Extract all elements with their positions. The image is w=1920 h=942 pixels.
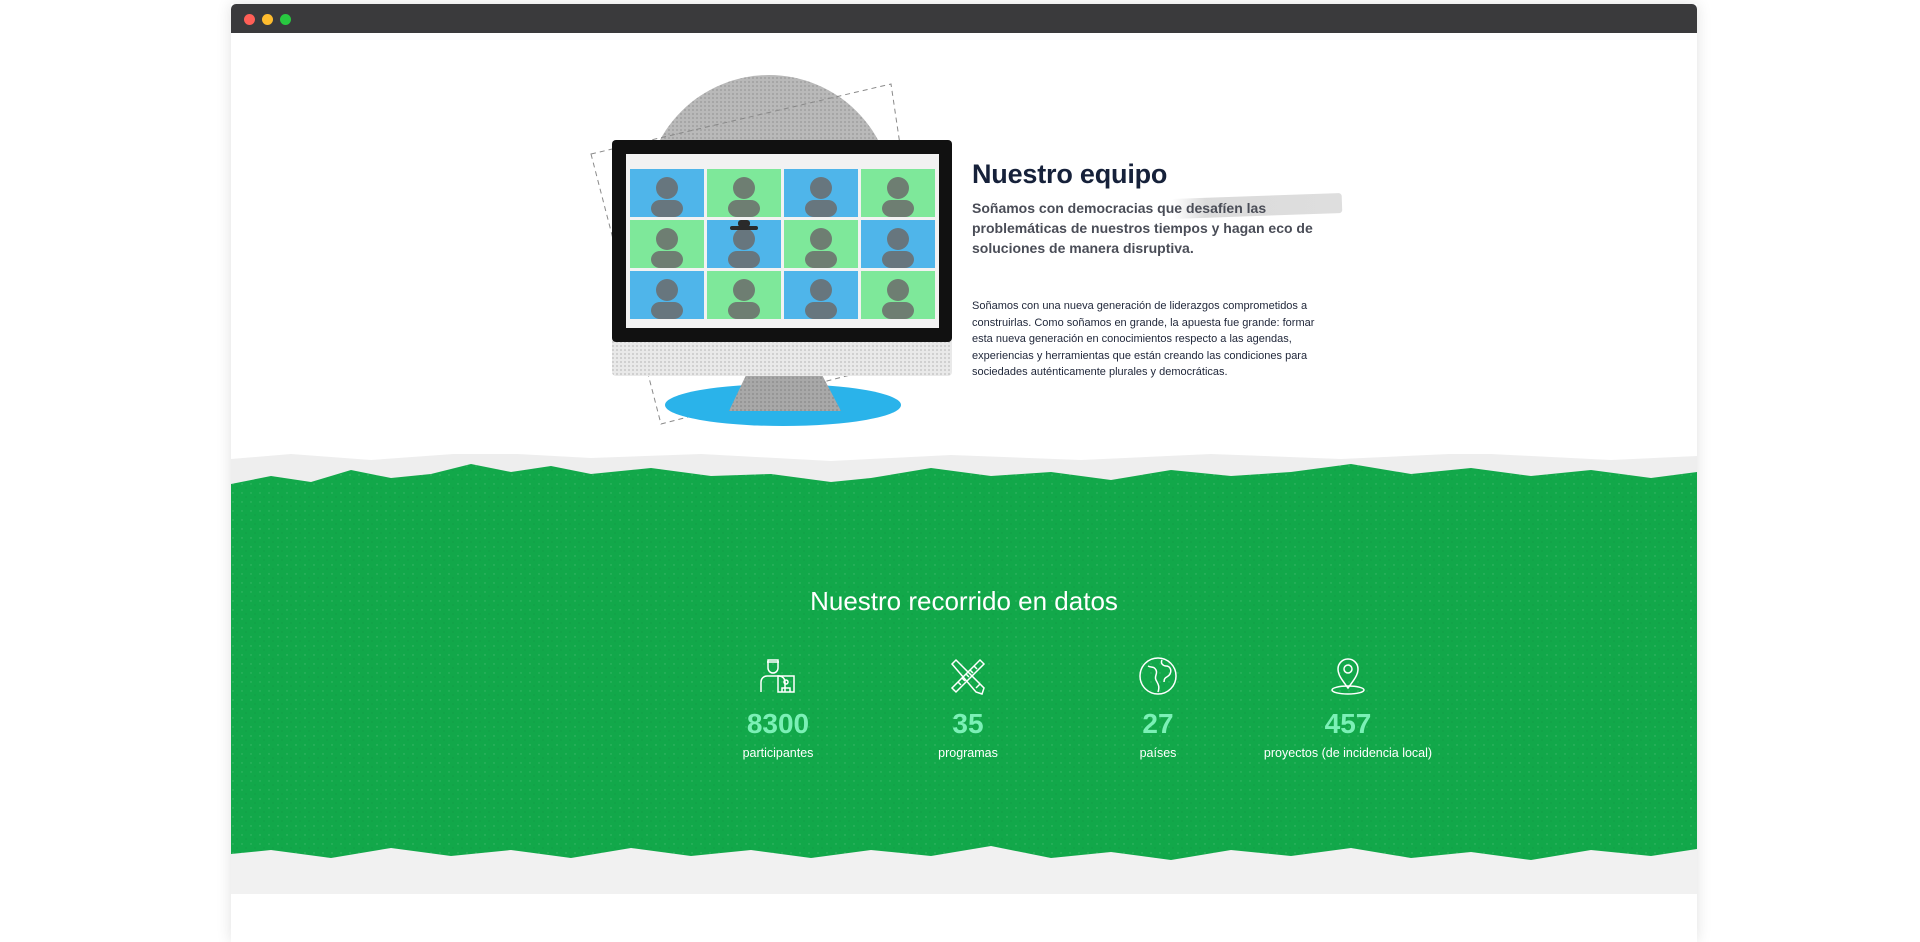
- stat-label: participantes: [742, 746, 814, 760]
- stat-value: 35: [952, 708, 984, 739]
- stat-value: 27: [1142, 708, 1174, 739]
- team-body: Soñamos con una nueva generación de lide…: [972, 300, 1315, 378]
- stats-title: Nuestro recorrido en datos: [810, 586, 1118, 616]
- stat-programs: 35 programas: [868, 654, 1068, 760]
- browser-window: Nuestro equipo Soñamos con democracias q…: [231, 4, 1697, 942]
- stat-label: programas: [938, 746, 998, 760]
- stat-value: 8300: [746, 708, 810, 739]
- team-title: Nuestro equipo: [972, 159, 1168, 189]
- pencil-ruler-icon: [950, 658, 986, 695]
- stat-countries: 27 países: [1058, 654, 1258, 760]
- stat-label: países: [1139, 746, 1177, 760]
- stat-participants: 8300 participantes: [678, 654, 878, 760]
- participant-icon: [760, 659, 795, 693]
- team-section: Nuestro equipo Soñamos con democracias q…: [972, 159, 1352, 381]
- location-pin-icon: [1331, 658, 1365, 695]
- globe-icon: [1139, 657, 1177, 695]
- team-illustration: [590, 75, 952, 426]
- team-subtitle: Soñamos con democracias que desafíen las…: [972, 200, 1313, 256]
- stat-label: proyectos (de incidencia local): [1263, 746, 1433, 760]
- stat-projects: 457 proyectos (de incidencia local): [1248, 654, 1448, 760]
- stat-value: 457: [1324, 708, 1372, 739]
